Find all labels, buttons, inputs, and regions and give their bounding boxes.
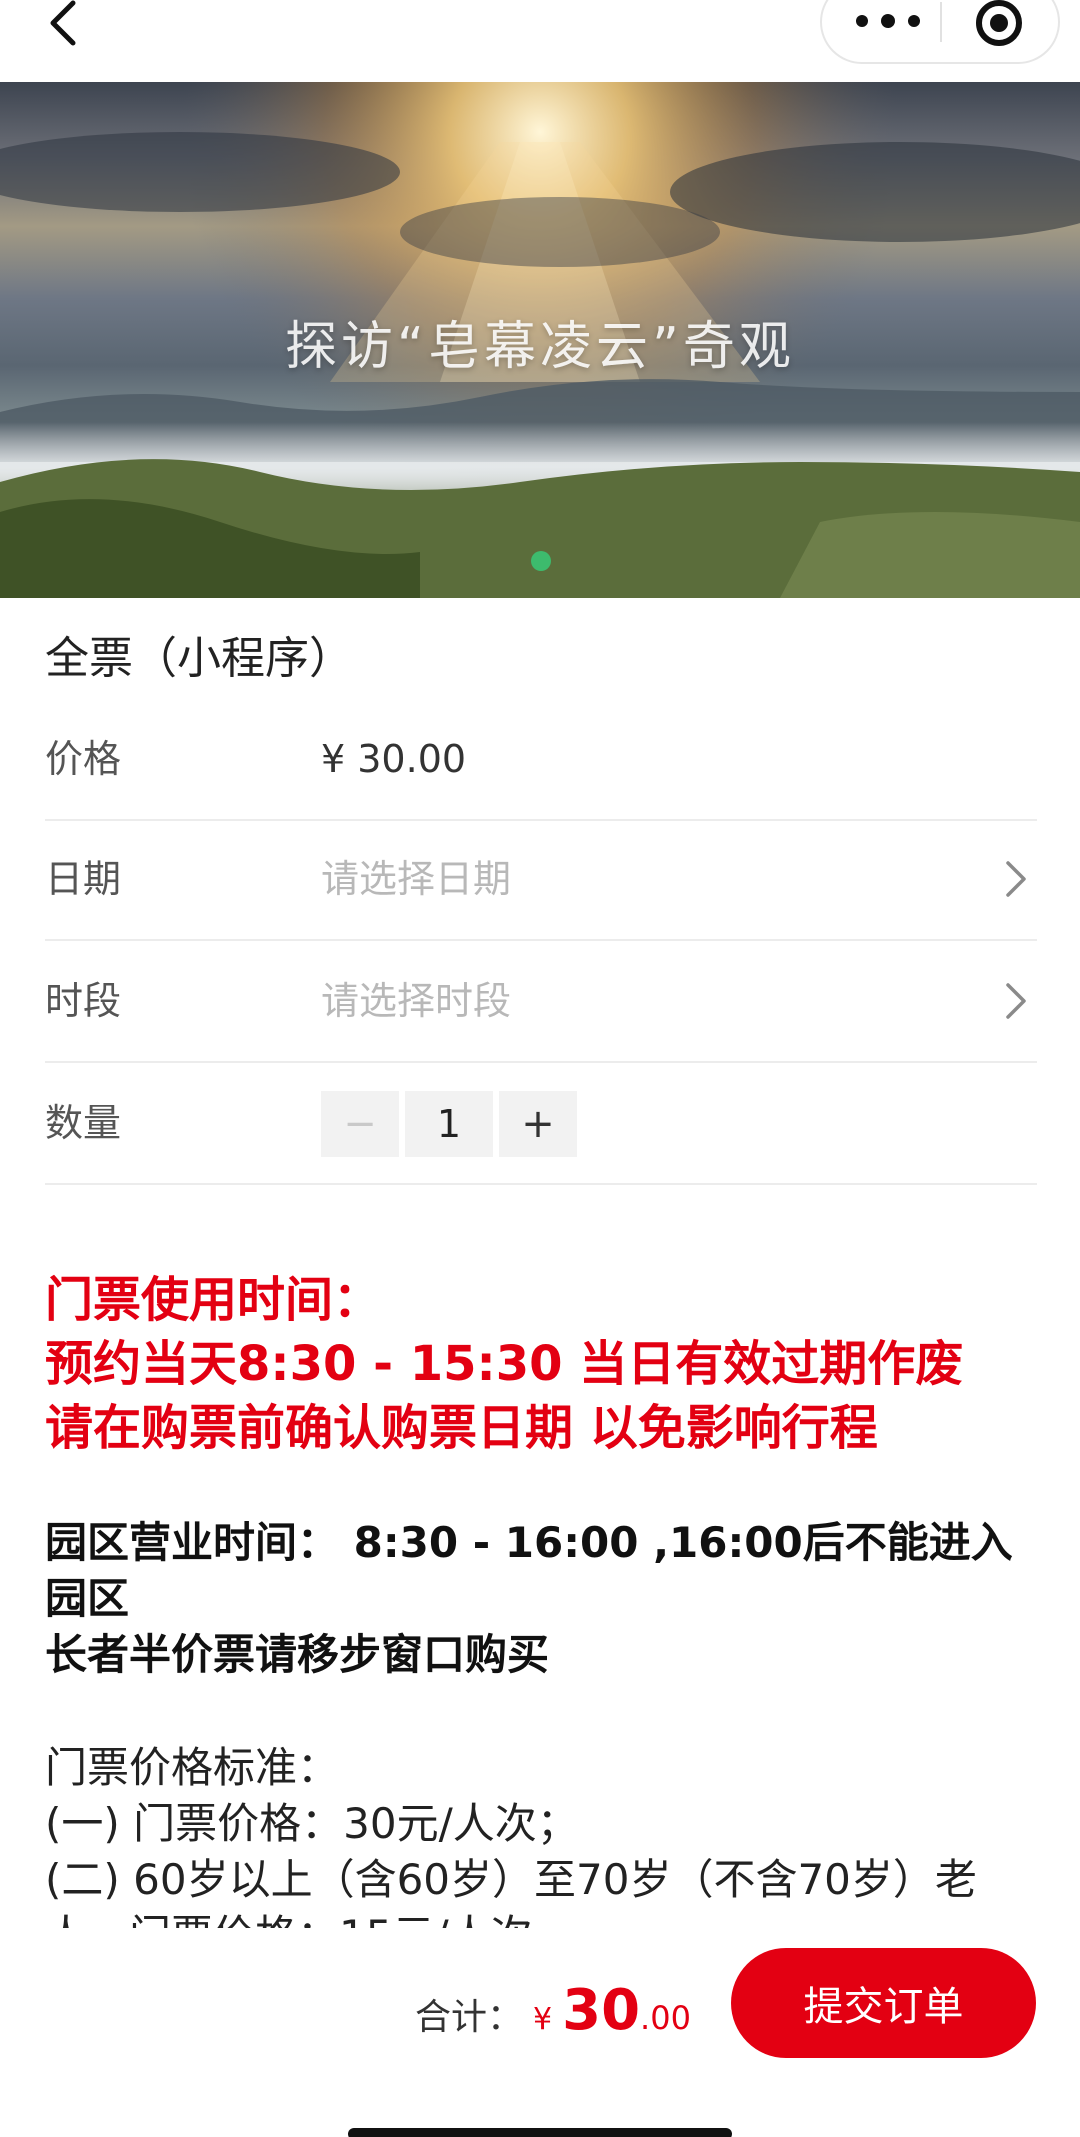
submit-order-button[interactable]: 提交订单 [731, 1948, 1036, 2058]
quantity-stepper: − 1 + [321, 1091, 577, 1157]
increment-button[interactable]: + [499, 1091, 577, 1157]
back-arrow-icon[interactable] [40, 0, 84, 54]
notice-line: (二) 60岁以上（含60岁）至70岁（不含70岁）老人，门票价格：15元/人次 [45, 1855, 977, 1928]
capsule-divider [940, 2, 942, 42]
usage-time-notice: 门票使用时间： 预约当天8:30 - 15:30 当日有效过期作废 请在购票前确… [45, 1268, 1045, 1460]
total-amount-decimal: .00 [640, 1999, 691, 2037]
home-indicator [348, 2128, 732, 2137]
total-amount-integer: 30 [562, 1978, 641, 2043]
notice-line: 长者半价票请移步窗口购买 [45, 1630, 550, 1679]
time-slot-row[interactable]: 时段 请选择时段 [45, 941, 1037, 1063]
order-bottom-bar: 合计： ¥ 30 .00 提交订单 [0, 1928, 1080, 2137]
notice-line: 预约当天8:30 - 15:30 当日有效过期作废 [45, 1336, 964, 1392]
chevron-right-icon [1006, 861, 1026, 897]
notice-line: 请在购票前确认购票日期 以免影响行程 [45, 1400, 878, 1456]
quantity-label: 数量 [45, 1101, 122, 1145]
notice-line: 门票使用时间： [45, 1272, 382, 1328]
chevron-right-icon [1006, 983, 1026, 1019]
notice-line: 门票价格标准： [45, 1743, 340, 1792]
price-label: 价格 [45, 737, 122, 781]
decrement-button[interactable]: − [321, 1091, 399, 1157]
time-slot-label: 时段 [45, 979, 122, 1023]
total-label: 合计： [415, 1997, 524, 2038]
date-row[interactable]: 日期 请选择日期 [45, 819, 1037, 941]
banner-carousel[interactable]: 探访“皂幕凌云”奇观 [0, 82, 1080, 598]
price-standard-notice: 门票价格标准： (一) 门票价格：30元/人次； (二) 60岁以上（含60岁）… [45, 1740, 1055, 1928]
more-dots-icon[interactable] [856, 0, 920, 42]
ticket-title: 全票（小程序） [45, 633, 353, 684]
ticket-notice-scroll[interactable]: 门票使用时间： 预约当天8:30 - 15:30 当日有效过期作废 请在购票前确… [0, 1180, 1080, 1928]
price-value: ¥ 30.00 [321, 737, 467, 781]
nav-bar [0, 0, 1080, 82]
order-total: 合计： ¥ 30 .00 [415, 1978, 691, 2048]
close-target-icon[interactable] [976, 0, 1022, 46]
quantity-row: 数量 − 1 + [45, 1063, 1037, 1185]
date-label: 日期 [45, 857, 122, 901]
miniprogram-capsule [820, 0, 1060, 64]
quantity-value[interactable]: 1 [405, 1091, 493, 1157]
notice-line: (一) 门票价格：30元/人次； [45, 1799, 579, 1848]
time-slot-picker[interactable]: 请选择时段 [321, 941, 511, 1061]
notice-line: 园区营业时间： 8:30 - 16:00 ,16:00后不能进入园区 [45, 1518, 1013, 1623]
price-row: 价格 ¥ 30.00 [45, 699, 1037, 821]
opening-hours-notice: 园区营业时间： 8:30 - 16:00 ,16:00后不能进入园区 长者半价票… [45, 1515, 1045, 1683]
currency-symbol: ¥ [533, 2002, 553, 2037]
date-picker[interactable]: 请选择日期 [321, 819, 511, 939]
banner-caption: 探访“皂幕凌云”奇观 [285, 317, 795, 377]
carousel-indicator-dot [531, 551, 551, 571]
